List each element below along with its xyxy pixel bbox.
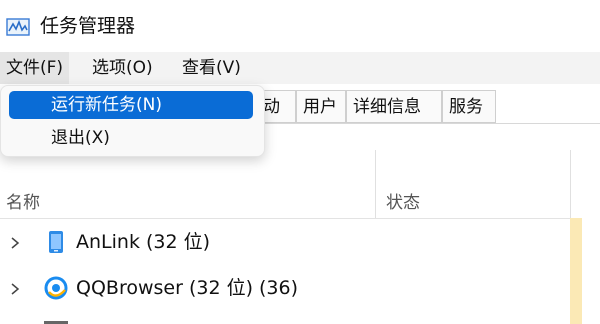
resource-heat-column [570,218,582,324]
menu-view[interactable]: 查看(V) [176,52,247,84]
column-name-header[interactable]: 名称 [6,188,40,213]
column-separator[interactable] [570,150,571,218]
process-name: AnLink (32 位) [76,231,211,253]
run-new-task-menu-item[interactable]: 运行新任务(N) [9,91,253,119]
tab-users[interactable]: 用户 [296,90,346,123]
chevron-right-icon[interactable] [8,235,22,249]
process-name: QQBrowser (32 位) (36) [76,277,299,299]
anlink-app-icon [44,230,68,254]
window-title: 任务管理器 [40,15,136,37]
column-separator[interactable] [375,150,376,218]
column-header [0,150,580,218]
title-bar: 任务管理器 [0,0,600,52]
chevron-right-icon[interactable] [8,281,22,295]
qqbrowser-app-icon [44,276,68,300]
exit-menu-item[interactable]: 退出(X) [9,124,253,152]
tab-details[interactable]: 详细信息 [346,90,442,123]
menu-bar: 文件(F) 选项(O) 查看(V) [0,52,600,84]
file-menu-dropdown: 运行新任务(N) 退出(X) [0,85,265,157]
tab-services[interactable]: 服务 [442,90,496,123]
process-row[interactable] [0,311,570,324]
scrollbar[interactable] [582,124,600,324]
menu-file[interactable]: 文件(F) [0,52,70,84]
process-row[interactable]: QQBrowser (32 位) (36) [0,265,570,311]
menu-options[interactable]: 选项(O) [86,52,159,84]
process-row[interactable]: AnLink (32 位) [0,219,570,265]
task-manager-icon [6,18,30,36]
column-status-header[interactable]: 状态 [386,188,420,213]
